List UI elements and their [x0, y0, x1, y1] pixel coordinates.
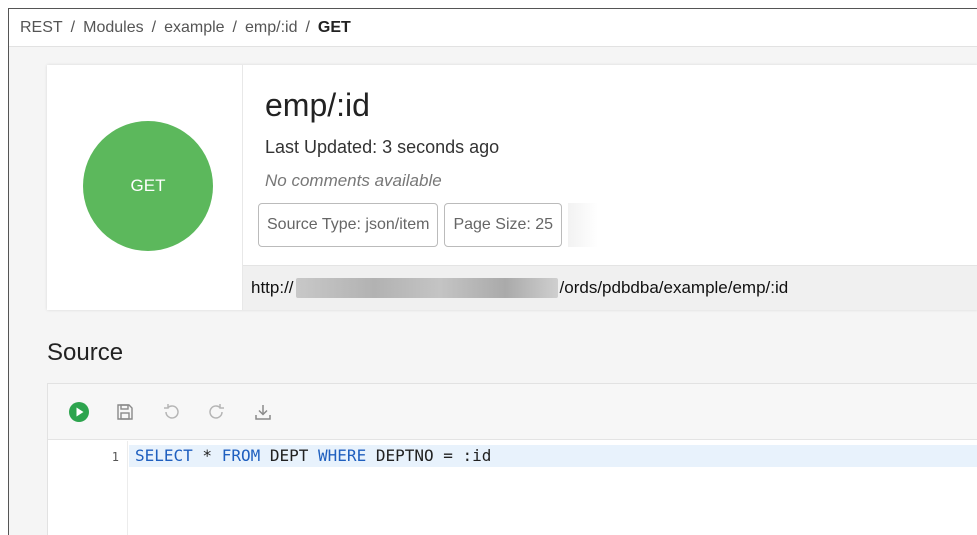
code-area[interactable]: 1 SELECT * FROM DEPT WHERE DEPTNO = :id	[48, 441, 977, 535]
breadcrumb-separator: /	[305, 18, 310, 36]
page-title: emp/:id	[265, 87, 370, 123]
source-editor: 1 SELECT * FROM DEPT WHERE DEPTNO = :id	[47, 383, 977, 535]
source-section-title: Source	[47, 339, 124, 366]
breadcrumb-example[interactable]: example	[164, 19, 224, 37]
last-updated: Last Updated: 3 seconds ago	[265, 137, 500, 157]
save-icon[interactable]	[112, 399, 138, 425]
code-token-keyword: WHERE	[318, 446, 367, 465]
download-icon[interactable]	[250, 399, 276, 425]
breadcrumb-rest[interactable]: REST	[20, 19, 63, 37]
url-prefix: http://	[251, 278, 294, 297]
comments-text: No comments available	[265, 171, 442, 190]
breadcrumb: REST / Modules / example / emp/:id / GET	[9, 9, 977, 47]
code-token: DEPTNO = :id	[366, 446, 492, 465]
code-line[interactable]: SELECT * FROM DEPT WHERE DEPTNO = :id	[129, 445, 977, 467]
chip-overflow-fade	[568, 203, 599, 247]
page-size-chip: Page Size: 25	[444, 203, 563, 247]
undo-icon[interactable]	[158, 399, 184, 425]
line-gutter: 1	[48, 441, 128, 535]
handler-chips: Source Type: json/item Page Size: 25	[258, 203, 599, 247]
app-frame: REST / Modules / example / emp/:id / GET…	[8, 8, 977, 535]
line-number: 1	[111, 450, 119, 464]
editor-toolbar	[48, 384, 977, 440]
code-token-keyword: FROM	[221, 446, 261, 465]
breadcrumb-modules[interactable]: Modules	[83, 19, 143, 37]
code-token-keyword: SELECT	[135, 446, 193, 465]
redacted-host	[295, 278, 558, 298]
code-token: DEPT	[260, 446, 319, 465]
url-path: /ords/pdbdba/example/emp/:id	[559, 278, 789, 297]
code-token: *	[192, 446, 222, 465]
handler-info: emp/:id Last Updated: 3 seconds ago No c…	[243, 65, 977, 265]
run-icon[interactable]	[66, 399, 92, 425]
breadcrumb-template[interactable]: emp/:id	[245, 19, 297, 37]
handler-card: GET emp/:id Last Updated: 3 seconds ago …	[47, 65, 977, 310]
endpoint-url[interactable]: http:// /ords/pdbdba/example/emp/:id	[243, 265, 977, 310]
breadcrumb-separator: /	[70, 18, 76, 36]
method-badge-panel: GET	[47, 65, 243, 310]
method-badge: GET	[83, 121, 213, 251]
redo-icon[interactable]	[204, 399, 230, 425]
breadcrumb-separator: /	[151, 18, 157, 36]
breadcrumb-current: GET	[317, 18, 351, 36]
source-type-chip: Source Type: json/item	[258, 203, 439, 247]
breadcrumb-separator: /	[232, 18, 237, 36]
